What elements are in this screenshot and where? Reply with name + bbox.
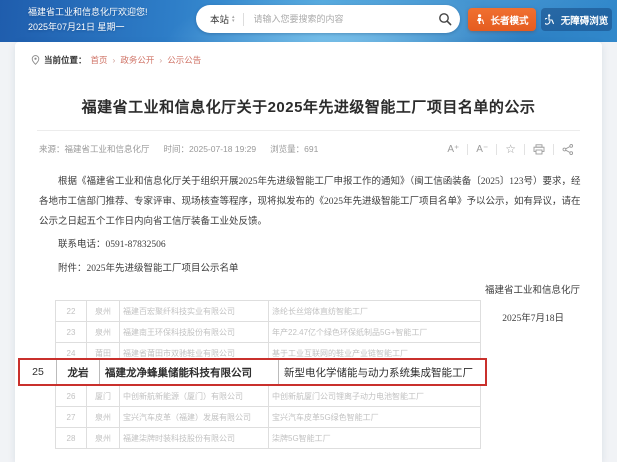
breadcrumb: 当前位置： 首页 › 政务公开 › 公示公告 — [31, 54, 201, 66]
search-scope-label: 本站 — [210, 12, 229, 26]
welcome-text: 福建省工业和信息化厅欢迎您! — [28, 5, 148, 20]
top-banner: 福建省工业和信息化厅欢迎您! 2025年07月21日 星期一 本站 ▴▾ — [0, 0, 617, 42]
content-card: 当前位置： 首页 › 政务公开 › 公示公告 福建省工业和信息化厅关于2025年… — [15, 42, 602, 462]
attachment-line: 附件：2025年先进级智能工厂项目公示名单 — [39, 260, 539, 274]
cell-city: 龙岩 — [57, 360, 100, 384]
breadcrumb-gsgg[interactable]: 公示公告 — [167, 54, 201, 66]
meta-time: 时间：2025-07-18 19:29 — [164, 143, 257, 155]
highlighted-table-row: 25 龙岩 福建龙净蜂巢储能科技有限公司 新型电化学储能与动力系统集成智能工厂 — [18, 358, 487, 386]
meta-views: 浏览量：691 — [270, 143, 318, 155]
article-meta: 来源：福建省工业和信息化厅 时间：2025-07-18 19:29 浏览量：69… — [39, 142, 582, 156]
current-date: 2025年07月21日 星期一 — [28, 20, 148, 35]
title-divider — [37, 130, 580, 131]
meta-source: 来源：福建省工业和信息化厅 — [39, 143, 150, 155]
cell-project: 年产22.47亿个绿色环保纸制品5G+智能工厂 — [269, 322, 481, 343]
wheelchair-icon — [545, 14, 556, 25]
breadcrumb-separator: › — [159, 55, 162, 65]
attachment-link[interactable]: 2025年先进级智能工厂项目公示名单 — [87, 264, 239, 274]
accessibility-button[interactable]: 无障碍浏览 — [541, 8, 612, 31]
cell-company: 福建百宏聚纤科技实业有限公司 — [120, 301, 269, 322]
contact-phone: 联系电话：0591-87832506 — [39, 236, 539, 250]
elder-mode-label: 长者模式 — [490, 13, 528, 27]
signature-date: 2025年7月18日 — [485, 310, 580, 324]
search-scope-select[interactable]: 本站 ▴▾ — [210, 12, 235, 26]
cell-no: 26 — [56, 386, 87, 407]
signature-block: 福建省工业和信息化厅 2025年7月18日 — [485, 282, 580, 324]
breadcrumb-home[interactable]: 首页 — [91, 54, 108, 66]
cell-project: 宝兴汽车皮革5G绿色智能工厂 — [269, 407, 481, 428]
elder-mode-button[interactable]: 长者模式 — [468, 8, 536, 31]
project-table-bottom: 26 厦门 中创新航新能源（厦门）有限公司 中创新航厦门公司锂离子动力电池智能工… — [55, 385, 481, 449]
cell-city: 泉州 — [87, 428, 120, 449]
cell-company: 中创新航新能源（厦门）有限公司 — [120, 386, 269, 407]
cell-project: 中创新航厦门公司锂离子动力电池智能工厂 — [269, 386, 481, 407]
search-bar[interactable]: 本站 ▴▾ — [196, 5, 460, 33]
cell-city: 厦门 — [87, 386, 120, 407]
table-row: 22 泉州 福建百宏聚纤科技实业有限公司 涤纶长丝熔体直纺智能工厂 — [56, 301, 481, 322]
search-icon — [438, 12, 452, 26]
font-increase-button[interactable]: A⁺ — [439, 144, 467, 155]
search-input[interactable] — [252, 13, 430, 25]
page: 福建省工业和信息化厅欢迎您! 2025年07月21日 星期一 本站 ▴▾ — [0, 0, 617, 462]
print-icon[interactable] — [525, 144, 553, 155]
article-title: 福建省工业和信息化厅关于2025年先进级智能工厂项目名单的公示 — [15, 96, 602, 117]
article-paragraph: 根据《福建省工业和信息化厅关于组织开展2025年先进级智能工厂申报工作的通知》（… — [39, 172, 584, 232]
cell-project: 涤纶长丝熔体直纺智能工厂 — [269, 301, 481, 322]
table-row: 26 厦门 中创新航新能源（厦门）有限公司 中创新航厦门公司锂离子动力电池智能工… — [56, 386, 481, 407]
cell-no: 22 — [56, 301, 87, 322]
cell-project: 新型电化学储能与动力系统集成智能工厂 — [279, 360, 485, 384]
cell-no: 23 — [56, 322, 87, 343]
banner-texts: 福建省工业和信息化厅欢迎您! 2025年07月21日 星期一 — [28, 5, 148, 35]
search-button[interactable] — [430, 5, 460, 33]
article-tools: A⁺ A⁻ ☆ — [439, 142, 582, 156]
cell-city: 泉州 — [87, 301, 120, 322]
elder-person-icon — [475, 14, 485, 25]
accessibility-label: 无障碍浏览 — [561, 13, 609, 27]
cell-project: 柒牌5G智能工厂 — [269, 428, 481, 449]
select-arrows-icon: ▴▾ — [232, 15, 235, 23]
share-icon[interactable] — [554, 144, 582, 155]
table-row: 28 泉州 福建柒牌时装科技股份有限公司 柒牌5G智能工厂 — [56, 428, 481, 449]
table-row: 23 泉州 福建南王环保科技股份有限公司 年产22.47亿个绿色环保纸制品5G+… — [56, 322, 481, 343]
cell-no: 27 — [56, 407, 87, 428]
cell-company: 宝兴汽车皮革（福建）发展有限公司 — [120, 407, 269, 428]
breadcrumb-separator: › — [113, 55, 116, 65]
search-divider — [243, 13, 244, 26]
breadcrumb-zwgk[interactable]: 政务公开 — [120, 54, 154, 66]
cell-city: 泉州 — [87, 407, 120, 428]
project-table-top: 22 泉州 福建百宏聚纤科技实业有限公司 涤纶长丝熔体直纺智能工厂 23 泉州 … — [55, 300, 481, 364]
cell-no: 28 — [56, 428, 87, 449]
font-decrease-button[interactable]: A⁻ — [468, 144, 496, 155]
table-row: 27 泉州 宝兴汽车皮革（福建）发展有限公司 宝兴汽车皮革5G绿色智能工厂 — [56, 407, 481, 428]
cell-city: 泉州 — [87, 322, 120, 343]
location-icon — [31, 55, 40, 65]
breadcrumb-label: 当前位置： — [44, 54, 87, 66]
cell-company: 福建柒牌时装科技股份有限公司 — [120, 428, 269, 449]
cell-company: 福建龙净蜂巢储能科技有限公司 — [100, 360, 279, 384]
cell-company: 福建南王环保科技股份有限公司 — [120, 322, 269, 343]
cell-no: 25 — [20, 360, 57, 384]
signature-org: 福建省工业和信息化厅 — [485, 282, 580, 296]
favorite-star-icon[interactable]: ☆ — [497, 142, 524, 156]
attachment-label: 附件： — [58, 264, 87, 274]
